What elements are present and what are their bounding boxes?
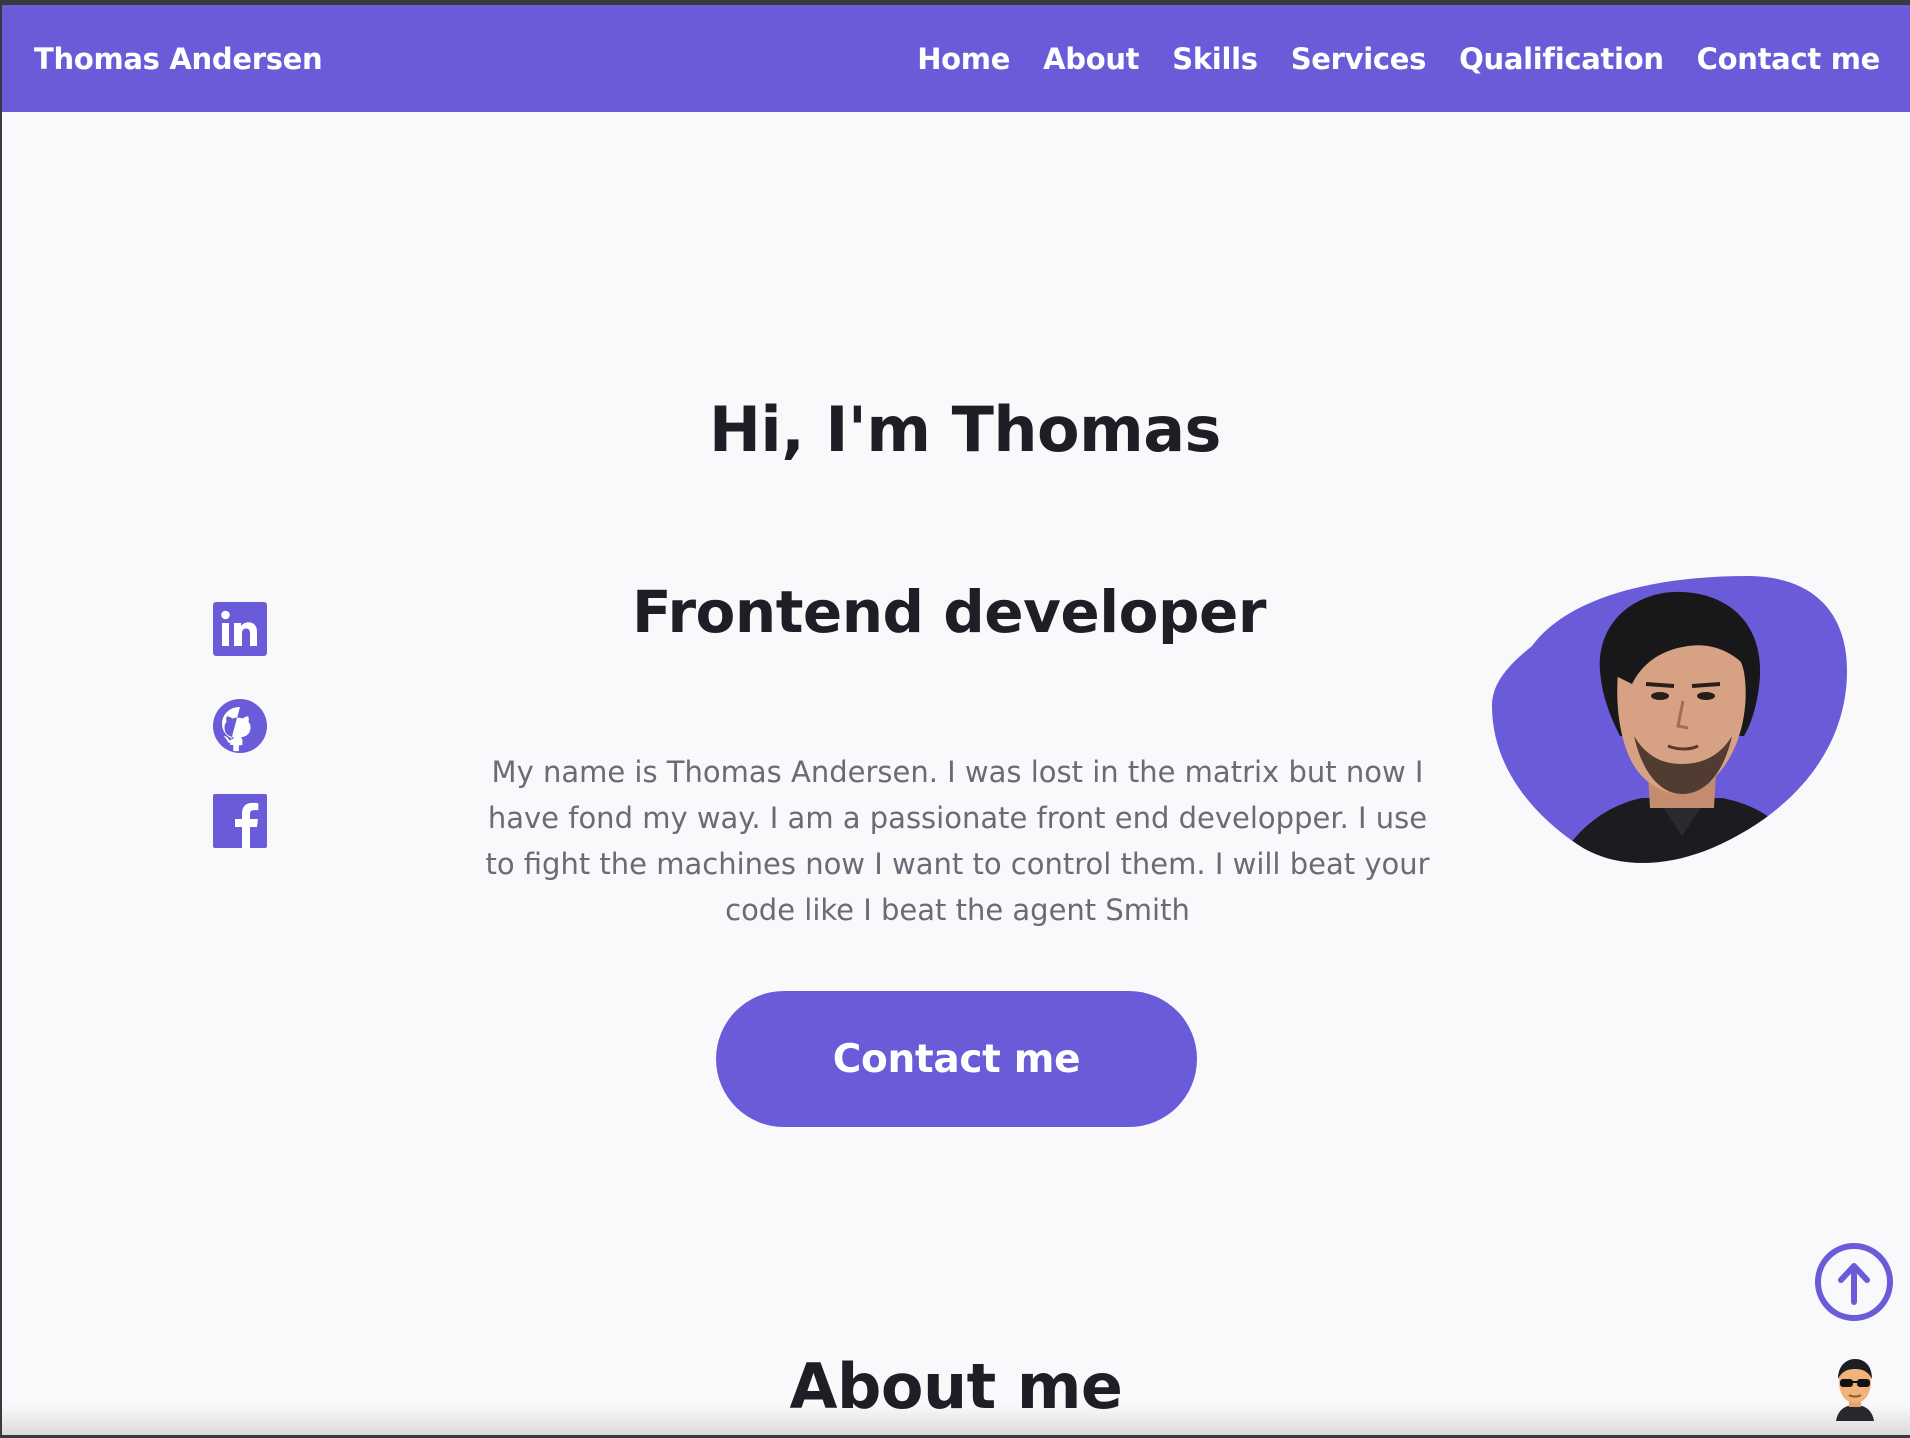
- nav-skills-link[interactable]: Skills: [1172, 42, 1258, 76]
- brand-logo-text[interactable]: Thomas Andersen: [34, 42, 323, 76]
- navbar: Thomas Andersen Home About Skills Servic…: [2, 5, 1910, 112]
- profile-avatar: [1492, 576, 1852, 871]
- github-icon[interactable]: [213, 699, 267, 753]
- nav-qualification-link[interactable]: Qualification: [1459, 42, 1664, 76]
- contact-me-button[interactable]: Contact me: [716, 991, 1197, 1127]
- nav-home-link[interactable]: Home: [917, 42, 1010, 76]
- facebook-icon[interactable]: [213, 794, 267, 848]
- arrow-up-circle-icon: [1815, 1243, 1893, 1321]
- nav-about-link[interactable]: About: [1043, 42, 1139, 76]
- nav-menu: Home About Skills Services Qualification…: [917, 42, 1880, 76]
- hero-description: My name is Thomas Andersen. I was lost i…: [485, 755, 1430, 927]
- about-section-title: About me: [789, 1350, 1123, 1423]
- linkedin-icon[interactable]: [213, 602, 267, 656]
- hero-greeting: Hi, I'm Thomas: [709, 393, 1221, 466]
- nav-services-link[interactable]: Services: [1291, 42, 1427, 76]
- scroll-to-top-button[interactable]: [1814, 1242, 1894, 1322]
- nav-contact-link[interactable]: Contact me: [1697, 42, 1881, 76]
- page: Thomas Andersen Home About Skills Servic…: [2, 5, 1910, 1435]
- neo-avatar-icon[interactable]: [1830, 1357, 1880, 1421]
